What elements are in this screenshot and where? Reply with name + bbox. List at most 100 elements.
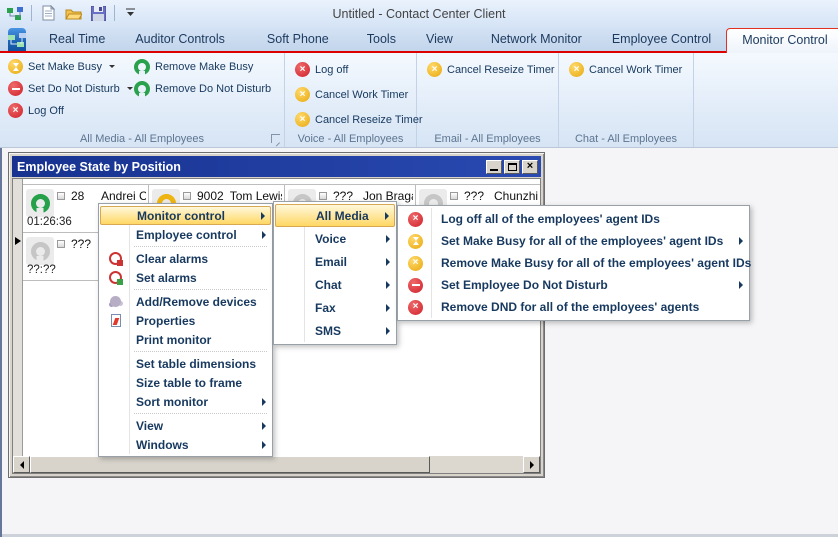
- ribbon-tabbar: Real Time Auditor Controls Soft Phone To…: [0, 28, 838, 51]
- employee-checkbox[interactable]: [319, 192, 327, 200]
- make-busy-icon: [407, 234, 424, 249]
- employee-checkbox[interactable]: [183, 192, 191, 200]
- email-cancel-reseize-timer-button[interactable]: × Cancel Reseize Timer: [423, 59, 559, 80]
- employee-checkbox[interactable]: [57, 240, 65, 248]
- submenu-item-set-make-busy-all[interactable]: Set Make Busy for all of the employees' …: [399, 230, 748, 252]
- submenu-arrow-icon: [385, 212, 389, 220]
- tab-real-time[interactable]: Real Time: [34, 28, 120, 51]
- dialog-launcher-icon[interactable]: [271, 134, 280, 143]
- menu-item-add-remove-devices[interactable]: Add/Remove devices: [100, 292, 271, 311]
- cancel-timer-icon: ×: [407, 256, 424, 271]
- media-submenu: All Media Voice Email Chat Fax SMS: [273, 201, 397, 345]
- submenu-arrow-icon: [386, 281, 390, 289]
- tab-soft-phone[interactable]: Soft Phone: [252, 28, 344, 51]
- clear-alarms-icon: [107, 252, 124, 265]
- cancel-timer-icon: ×: [427, 62, 442, 77]
- submenu-item-log-off-all[interactable]: × Log off all of the employees' agent ID…: [399, 208, 748, 230]
- scroll-right-button[interactable]: [523, 456, 540, 473]
- submenu-arrow-icon: [261, 212, 265, 220]
- agent-ring-icon: [134, 81, 150, 97]
- voice-cancel-work-timer-button[interactable]: × Cancel Work Timer: [291, 84, 427, 105]
- submenu-arrow-icon: [262, 422, 266, 430]
- log-off-icon: ×: [407, 212, 424, 227]
- tab-tools[interactable]: Tools: [352, 28, 411, 51]
- close-button[interactable]: ×: [522, 160, 538, 174]
- submenu-arrow-icon: [386, 327, 390, 335]
- submenu-arrow-icon: [262, 398, 266, 406]
- minimize-button[interactable]: [486, 160, 502, 174]
- do-not-disturb-icon: [407, 278, 424, 293]
- submenu-item-chat[interactable]: Chat: [275, 273, 395, 296]
- cancel-timer-icon: ×: [569, 62, 584, 77]
- menu-item-set-table-dimensions[interactable]: Set table dimensions: [100, 354, 271, 373]
- maximize-button[interactable]: [504, 160, 520, 174]
- app-titlebar: Untitled - Contact Center Client: [0, 0, 838, 28]
- voice-cancel-reseize-timer-button[interactable]: × Cancel Reseize Timer: [291, 109, 427, 130]
- employee-checkbox[interactable]: [450, 192, 458, 200]
- ribbon-group-chat: × Cancel Work Timer Chat - All Employees: [559, 53, 694, 147]
- remove-do-not-disturb-button[interactable]: Remove Do Not Disturb: [130, 78, 275, 99]
- menu-separator: [134, 289, 267, 290]
- chat-cancel-work-timer-button[interactable]: × Cancel Work Timer: [565, 59, 686, 80]
- submenu-item-fax[interactable]: Fax: [275, 296, 395, 319]
- submenu-item-set-employee-dnd[interactable]: Set Employee Do Not Disturb: [399, 274, 748, 296]
- context-menu: Monitor control Employee control Clear a…: [98, 203, 273, 457]
- menu-separator: [134, 246, 267, 247]
- menu-item-windows[interactable]: Windows: [100, 435, 271, 454]
- set-do-not-disturb-button[interactable]: Set Do Not Disturb: [4, 78, 137, 99]
- menu-separator: [134, 413, 267, 414]
- tab-auditor-controls[interactable]: Auditor Controls: [120, 28, 240, 51]
- tab-view[interactable]: View: [411, 28, 468, 51]
- menu-item-monitor-control[interactable]: Monitor control: [100, 206, 271, 225]
- set-alarms-icon: [107, 271, 124, 284]
- menu-item-properties[interactable]: Properties: [100, 311, 271, 330]
- actions-submenu: × Log off all of the employees' agent ID…: [397, 205, 750, 321]
- remove-make-busy-button[interactable]: Remove Make Busy: [130, 56, 275, 77]
- current-row-marker-icon: [15, 237, 21, 245]
- menu-item-print-monitor[interactable]: Print monitor: [100, 330, 271, 349]
- submenu-item-voice[interactable]: Voice: [275, 227, 395, 250]
- dropdown-caret-icon: [109, 65, 115, 68]
- menu-item-sort-monitor[interactable]: Sort monitor: [100, 392, 271, 411]
- log-off-button[interactable]: × Log Off: [4, 100, 137, 121]
- submenu-arrow-icon: [739, 237, 743, 245]
- make-busy-icon: [8, 59, 23, 74]
- tab-network-monitor[interactable]: Network Monitor: [476, 28, 597, 51]
- tab-file-icon[interactable]: [8, 28, 26, 51]
- ribbon-group-all-media: Set Make Busy Set Do Not Disturb × Log O…: [0, 53, 285, 147]
- submenu-item-all-media[interactable]: All Media: [275, 204, 395, 227]
- window-title: Employee State by Position: [17, 160, 484, 174]
- menu-item-employee-control[interactable]: Employee control: [100, 225, 271, 244]
- employee-checkbox[interactable]: [57, 192, 65, 200]
- set-make-busy-button[interactable]: Set Make Busy: [4, 56, 137, 77]
- menu-item-size-table-to-frame[interactable]: Size table to frame: [100, 373, 271, 392]
- submenu-item-sms[interactable]: SMS: [275, 319, 395, 342]
- scroll-left-button[interactable]: [13, 456, 30, 473]
- menu-separator: [134, 351, 267, 352]
- window-title: Untitled - Contact Center Client: [0, 7, 838, 21]
- menu-item-set-alarms[interactable]: Set alarms: [100, 268, 271, 287]
- row-header-strip: [13, 179, 23, 456]
- scrollbar-thumb[interactable]: [30, 456, 430, 473]
- devices-icon: [107, 296, 124, 307]
- submenu-item-remove-dnd-all[interactable]: × Remove DND for all of the employees' a…: [399, 296, 748, 318]
- agent-state-icon: [26, 189, 54, 217]
- submenu-item-email[interactable]: Email: [275, 250, 395, 273]
- window-titlebar[interactable]: Employee State by Position ×: [12, 156, 541, 177]
- submenu-item-remove-make-busy-all[interactable]: × Remove Make Busy for all of the employ…: [399, 252, 748, 274]
- horizontal-scrollbar[interactable]: [13, 456, 540, 473]
- log-off-icon: ×: [295, 62, 310, 77]
- group-label: Email - All Employees: [417, 133, 558, 145]
- submenu-arrow-icon: [386, 304, 390, 312]
- voice-log-off-button[interactable]: × Log off: [291, 59, 427, 80]
- log-off-icon: ×: [407, 300, 424, 315]
- ribbon-group-voice: × Log off × Cancel Work Timer × Cancel R…: [285, 53, 417, 147]
- tab-monitor-control[interactable]: Monitor Control: [726, 28, 838, 53]
- menu-item-clear-alarms[interactable]: Clear alarms: [100, 249, 271, 268]
- submenu-arrow-icon: [386, 235, 390, 243]
- menu-item-view[interactable]: View: [100, 416, 271, 435]
- tab-employee-control[interactable]: Employee Control: [597, 28, 726, 51]
- group-label: All Media - All Employees: [0, 133, 284, 145]
- log-off-icon: ×: [8, 103, 23, 118]
- cancel-timer-icon: ×: [295, 112, 310, 127]
